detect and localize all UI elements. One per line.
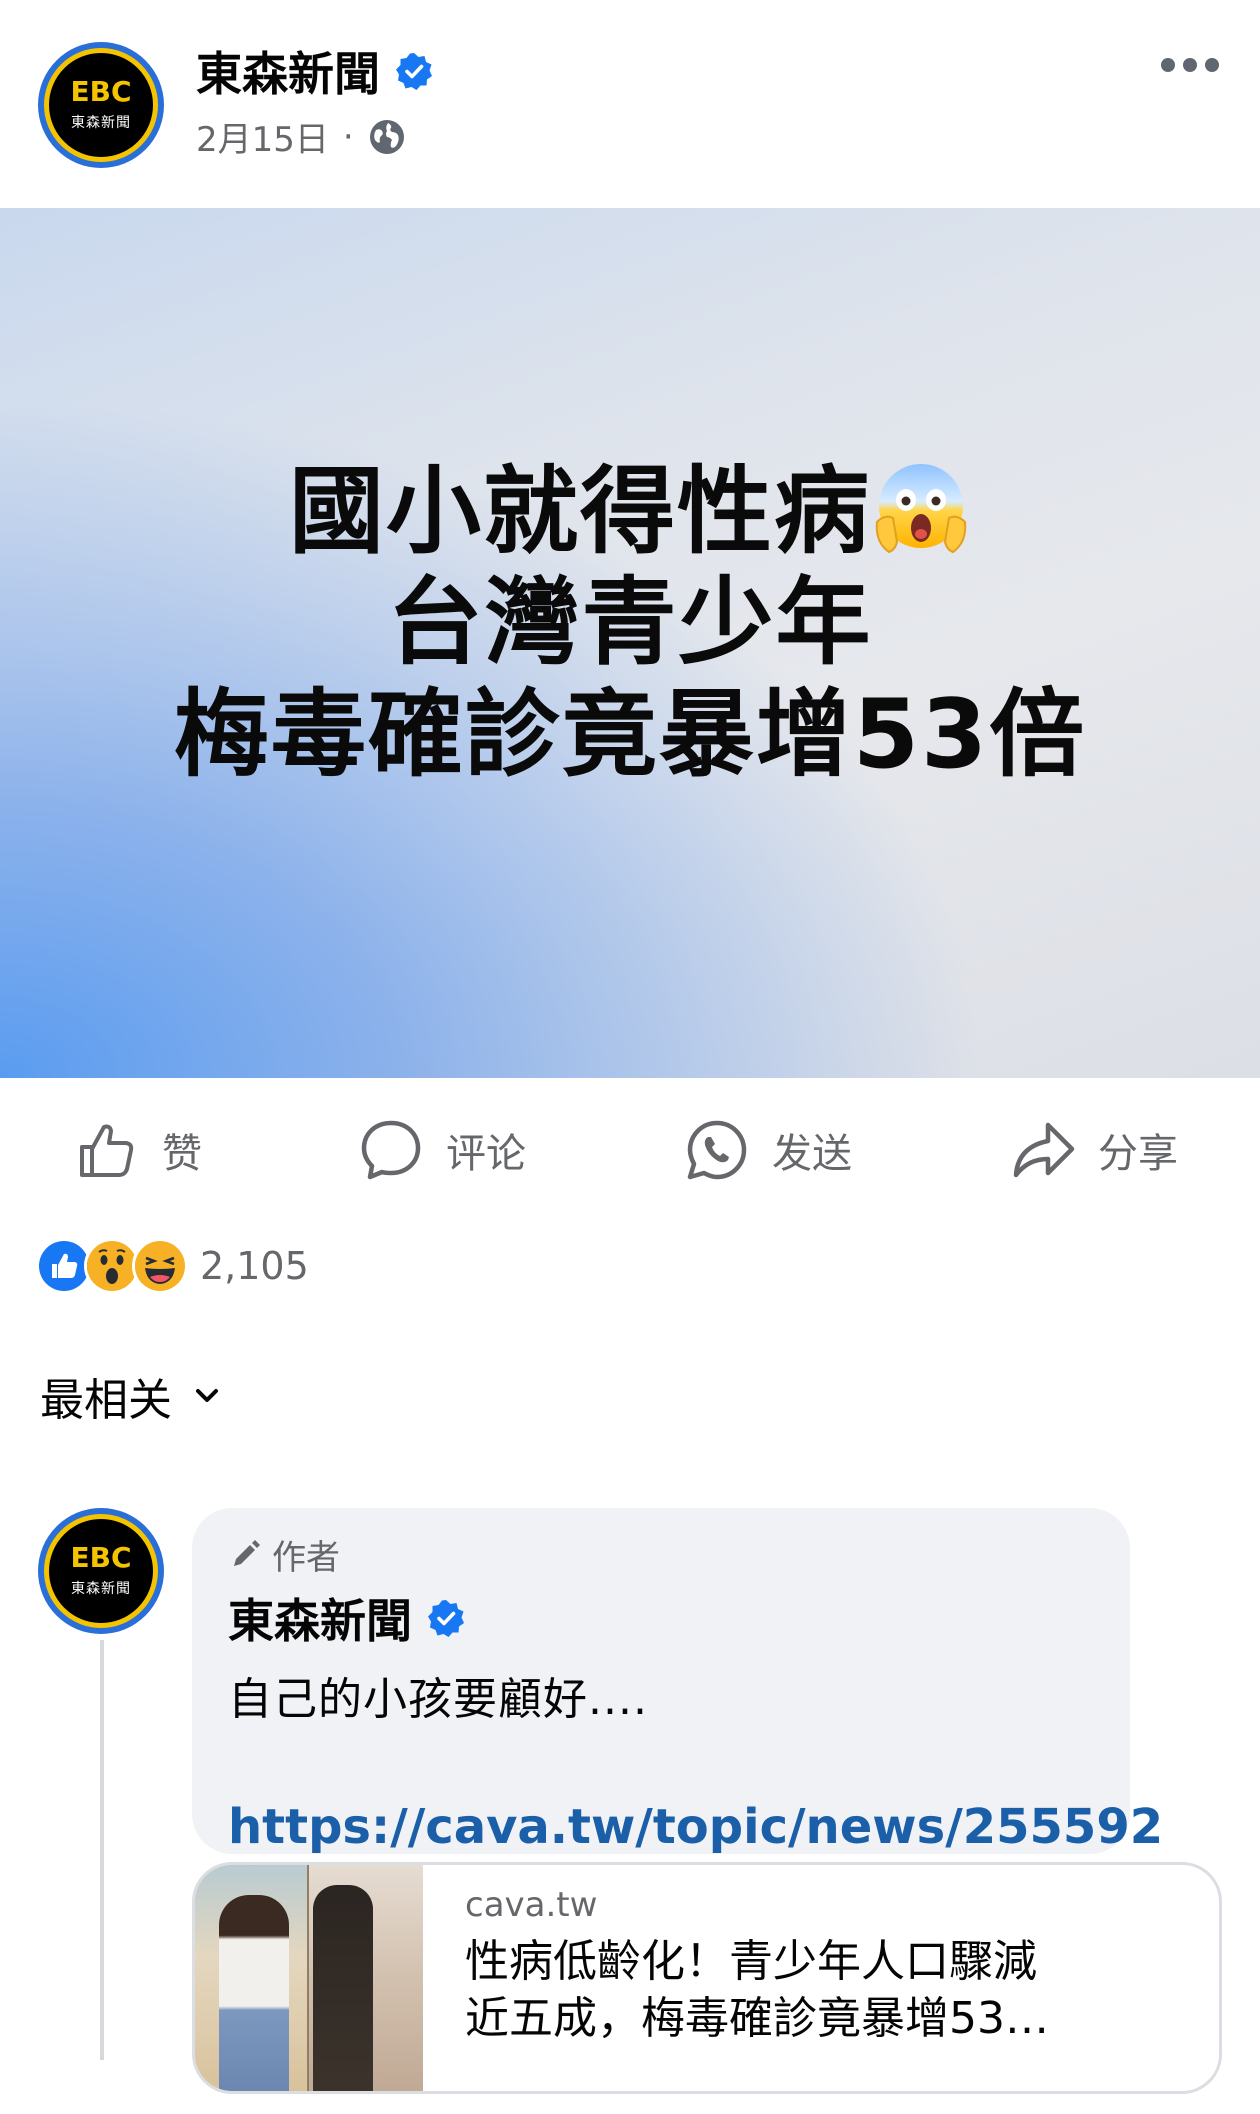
like-button[interactable]: 赞 xyxy=(74,1108,202,1192)
post-meta: 2月15日 · xyxy=(196,112,406,161)
comment-link[interactable]: https://cava.tw/topic/news/255592 xyxy=(228,1799,1163,1855)
send-button[interactable]: 发送 xyxy=(684,1108,852,1192)
author-tag: 作者 xyxy=(228,1530,1094,1579)
comment-thread-line xyxy=(100,1640,104,2060)
thumbnail-person xyxy=(313,1885,373,2091)
comment-text: 自己的小孩要顧好.... xyxy=(228,1674,648,1725)
link-preview-title: 性病低齡化！青少年人口驟減 近五成，梅毒確診竟暴增53… xyxy=(465,1933,1185,2047)
page-name-text[interactable]: 東森新聞 xyxy=(196,38,380,104)
sort-label: 最相关 xyxy=(40,1375,172,1426)
link-preview-card[interactable]: cava.tw 性病低齡化！青少年人口驟減 近五成，梅毒確診竟暴增53… xyxy=(192,1862,1222,2094)
avatar-logo-badge: EBC 東森新聞 xyxy=(44,1514,158,1628)
more-dot xyxy=(1161,58,1175,72)
verified-badge-icon xyxy=(396,53,432,90)
more-dot xyxy=(1205,58,1219,72)
link-preview-title-line-1: 性病低齡化！青少年人口驟減 xyxy=(465,1936,1037,1987)
action-bar: 赞 评论 发送 分享 xyxy=(0,1108,1260,1192)
comment-author-name[interactable]: 東森新聞 xyxy=(228,1585,1094,1651)
more-dot xyxy=(1183,58,1197,72)
post-header: EBC 東森新聞 東森新聞 2月15日 · xyxy=(0,0,1260,208)
page-avatar[interactable]: EBC 東森新聞 xyxy=(38,42,164,168)
post-date[interactable]: 2月15日 xyxy=(196,112,329,161)
headline-line-3: 梅毒確診竟暴增53倍 xyxy=(173,679,1087,790)
comment-button[interactable]: 评论 xyxy=(358,1108,526,1192)
page-name[interactable]: 東森新聞 xyxy=(196,38,434,104)
share-label: 分享 xyxy=(1098,1131,1178,1177)
share-button[interactable]: 分享 xyxy=(1010,1108,1178,1192)
headline-line-1-text: 國小就得性病 xyxy=(288,457,871,568)
post-headline: 國小就得性病 台灣青少年 梅毒確診竟暴增53倍 xyxy=(174,457,1086,790)
avatar-logo-badge: EBC 東森新聞 xyxy=(44,48,158,162)
pen-icon xyxy=(234,1539,260,1566)
globe-icon[interactable] xyxy=(368,118,406,156)
author-tag-label: 作者 xyxy=(272,1538,340,1578)
headline-line-2: 台灣青少年 xyxy=(387,568,873,679)
comment-bubble: 作者 東森新聞 自己的小孩要顧好.... https://cava.tw/top… xyxy=(192,1508,1163,1855)
avatar-logo-subtext: 東森新聞 xyxy=(71,115,131,131)
meta-separator: · xyxy=(342,116,354,157)
comment-label: 评论 xyxy=(446,1131,526,1177)
like-label: 赞 xyxy=(162,1131,202,1177)
verified-badge-icon xyxy=(428,1600,464,1637)
post-image[interactable]: 國小就得性病 台灣青少年 梅毒確診竟暴增53倍 xyxy=(0,208,1260,1078)
avatar-logo-text: EBC xyxy=(70,1541,132,1574)
link-preview-thumbnail xyxy=(195,1865,423,2091)
share-arrow-icon xyxy=(1013,1122,1075,1178)
send-label: 发送 xyxy=(772,1131,852,1177)
face-screaming-in-fear-icon xyxy=(875,464,967,554)
more-options-icon[interactable] xyxy=(1150,40,1230,90)
chevron-down-icon xyxy=(196,1389,218,1402)
link-preview-title-line-2: 近五成，梅毒確診竟暴增53… xyxy=(465,1993,1049,2045)
whatsapp-icon xyxy=(687,1120,747,1180)
comment-sort-dropdown[interactable]: 最相关 xyxy=(40,1364,224,1428)
reaction-count[interactable]: 2,105 xyxy=(200,1244,309,1288)
headline-line-1: 國小就得性病 xyxy=(174,457,1086,568)
speech-bubble-icon xyxy=(361,1120,421,1180)
comment-author-name-text[interactable]: 東森新聞 xyxy=(228,1585,412,1651)
comment-author-avatar[interactable]: EBC 東森新聞 xyxy=(38,1508,164,1634)
thumbnail-person xyxy=(219,1895,289,2091)
avatar-logo-subtext: 東森新聞 xyxy=(71,1581,131,1597)
thumbs-up-icon xyxy=(80,1124,134,1177)
reactions-summary[interactable]: 2,105 xyxy=(36,1238,309,1294)
avatar-logo-text: EBC xyxy=(70,75,132,108)
link-preview-domain: cava.tw xyxy=(465,1885,598,1925)
haha-reaction-icon xyxy=(132,1238,188,1294)
